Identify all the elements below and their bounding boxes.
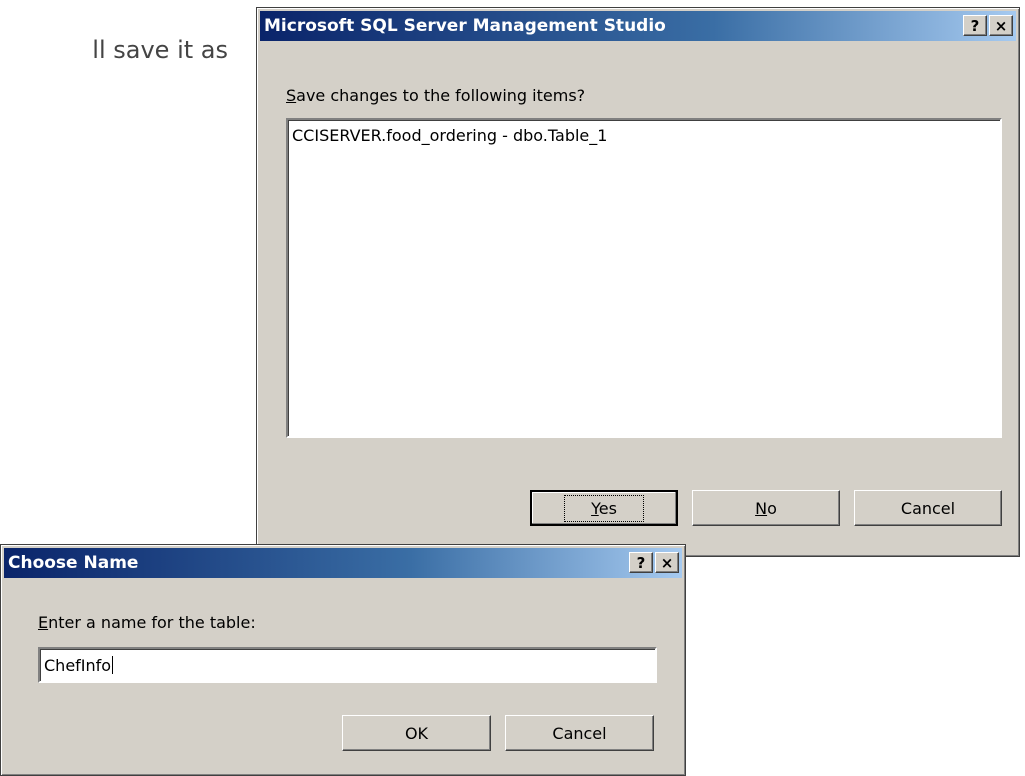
cancel-button[interactable]: Cancel: [505, 715, 654, 751]
yes-button[interactable]: Yes: [530, 490, 678, 526]
choose-name-titlebar[interactable]: Choose Name ? ×: [4, 548, 682, 578]
ssms-dialog-titlebar[interactable]: Microsoft SQL Server Management Studio ?…: [260, 11, 1016, 41]
background-slide-text: ll save it as: [92, 36, 228, 64]
cancel-button[interactable]: Cancel: [854, 490, 1002, 526]
close-button[interactable]: ×: [655, 552, 679, 573]
list-item[interactable]: CCISERVER.food_ordering - dbo.Table_1: [292, 126, 607, 145]
save-changes-prompt: Save changes to the following items?: [286, 86, 586, 105]
help-button[interactable]: ?: [629, 552, 653, 573]
table-name-input[interactable]: ChefInfo: [38, 647, 657, 683]
items-listbox[interactable]: CCISERVER.food_ordering - dbo.Table_1: [286, 118, 1002, 438]
help-button[interactable]: ?: [963, 15, 987, 36]
ssms-dialog-title: Microsoft SQL Server Management Studio: [264, 16, 666, 36]
choose-name-dialog: Choose Name ? × Enter a name for the tab…: [0, 544, 686, 776]
ssms-save-dialog: Microsoft SQL Server Management Studio ?…: [256, 7, 1020, 557]
text-caret: [112, 656, 114, 674]
choose-name-title: Choose Name: [8, 553, 139, 573]
close-button[interactable]: ×: [989, 15, 1013, 36]
ok-button[interactable]: OK: [342, 715, 491, 751]
no-button[interactable]: No: [692, 490, 840, 526]
table-name-prompt: Enter a name for the table:: [38, 613, 256, 632]
